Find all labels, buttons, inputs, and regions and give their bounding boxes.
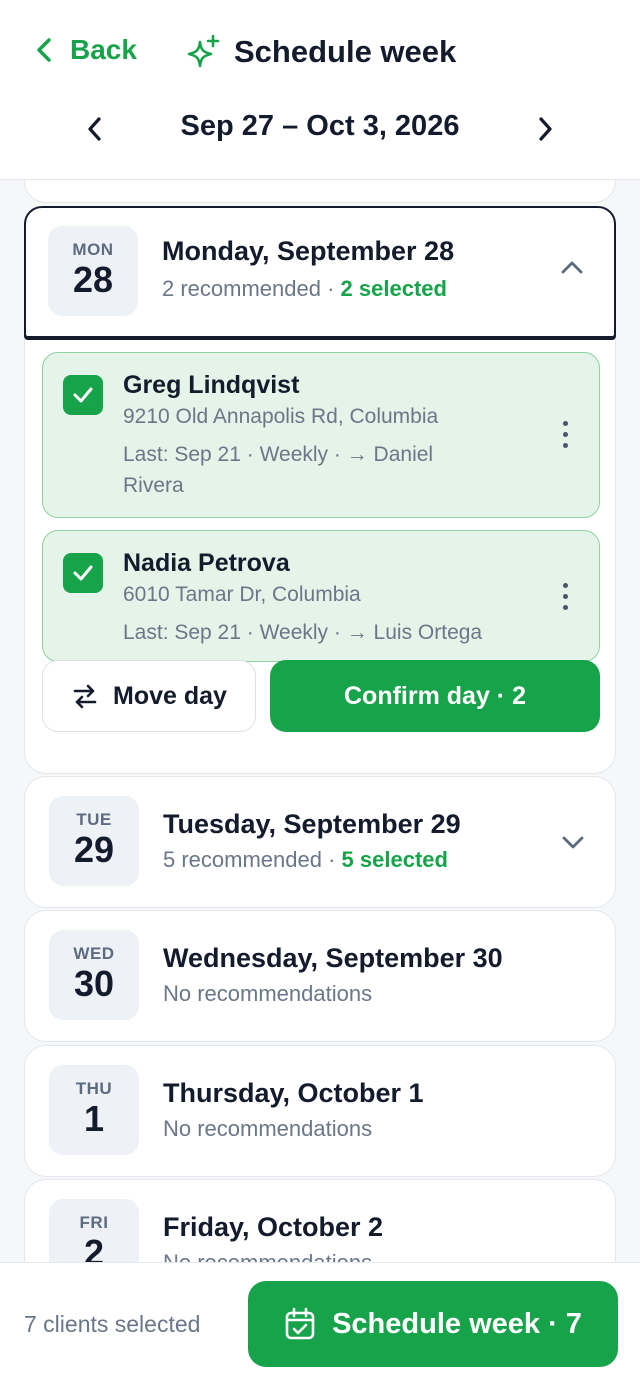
separator: · [320, 276, 341, 301]
date-badge: TUE 29 [49, 796, 139, 886]
page-title-group: Schedule week [186, 34, 456, 70]
move-day-button[interactable]: Move day [42, 660, 256, 732]
selected-count: 5 selected [341, 847, 448, 872]
top-bar: Back Schedule week Sep 27 – Oct 3, 2026 [0, 0, 640, 180]
day-card-body-monday: Greg Lindqvist 9210 Old Annapolis Rd, Co… [24, 330, 616, 774]
recommended-count: 2 recommended [162, 276, 321, 301]
selected-clients-count: 7 clients selected [24, 1311, 201, 1337]
day-of-week: WED [73, 944, 115, 963]
more-options-icon[interactable] [561, 583, 569, 613]
move-day-label: Move day [113, 681, 227, 710]
day-of-week: THU [75, 1079, 113, 1098]
client-address: 9210 Old Annapolis Rd, Columbia [123, 405, 439, 428]
day-card-monday[interactable]: MON 28 Monday, September 28 2 recommende… [24, 206, 616, 338]
checkmark-icon [73, 387, 93, 403]
client-card-greg[interactable]: Greg Lindqvist 9210 Old Annapolis Rd, Co… [42, 352, 600, 518]
day-title: Wednesday, September 30 [163, 943, 503, 973]
day-card-friday[interactable]: FRI 2 Friday, October 2 No recommendatio… [24, 1179, 616, 1262]
selected-count: 2 selected [340, 276, 447, 301]
day-header: MON 28 Monday, September 28 2 recommende… [26, 208, 614, 338]
day-card-tuesday[interactable]: TUE 29 Tuesday, September 29 5 recommend… [24, 776, 616, 908]
back-button[interactable]: Back [34, 34, 137, 66]
chevron-left-icon [37, 38, 51, 62]
chevron-down-icon[interactable] [561, 833, 585, 851]
date-badge: MON 28 [48, 226, 138, 316]
day-of-week: MON [72, 240, 114, 259]
schedule-week-button[interactable]: Schedule week · 7 [248, 1281, 618, 1367]
day-summary: 5 recommended · 5 selected [163, 847, 448, 873]
day-title: Friday, October 2 [163, 1212, 384, 1242]
client-name: Nadia Petrova [123, 549, 290, 577]
day-number: 28 [72, 259, 114, 300]
day-number: 2 [83, 1232, 105, 1263]
separator: · [321, 847, 342, 872]
day-number: 1 [83, 1098, 105, 1139]
day-title: Tuesday, September 29 [163, 809, 461, 839]
client-last-visit: Last: Sep 21 · Weekly · → Luis Ortega [123, 621, 483, 644]
recommended-count: 5 recommended [163, 847, 322, 872]
back-label: Back [70, 34, 137, 65]
date-badge: THU 1 [49, 1065, 139, 1155]
page-title: Schedule week [234, 34, 457, 69]
client-card-nadia[interactable]: Nadia Petrova 6010 Tamar Dr, Columbia La… [42, 530, 600, 662]
day-card-wednesday[interactable]: WED 30 Wednesday, September 30 No recomm… [24, 910, 616, 1042]
day-of-week: FRI [79, 1213, 109, 1232]
client-last-visit: Last: Sep 21 · Weekly · → Daniel Rivera [123, 443, 434, 497]
day-summary: No recommendations [163, 981, 373, 1006]
next-week-button[interactable] [532, 114, 558, 144]
client-checkbox[interactable] [63, 553, 103, 593]
client-address: 6010 Tamar Dr, Columbia [123, 583, 361, 606]
day-summary: No recommendations [163, 1116, 373, 1141]
swap-arrows-icon [73, 684, 97, 709]
day-number: 29 [73, 829, 115, 870]
previous-day-card[interactable] [24, 180, 616, 203]
checkmark-icon [73, 565, 93, 581]
day-number: 30 [73, 963, 115, 1004]
day-title: Monday, September 28 [162, 236, 455, 266]
sparkle-icon [187, 34, 220, 68]
day-card-thursday[interactable]: THU 1 Thursday, October 1 No recommendat… [24, 1045, 616, 1177]
bottom-bar: 7 clients selected Schedule week · 7 [0, 1262, 640, 1385]
day-of-week: TUE [76, 810, 112, 829]
day-summary: No recommendations [163, 1250, 372, 1262]
date-badge: WED 30 [49, 930, 139, 1020]
more-options-icon[interactable] [561, 421, 569, 451]
day-header: FRI 2 Friday, October 2 No recommendatio… [25, 1180, 615, 1262]
day-header: WED 30 Wednesday, September 30 No recomm… [25, 911, 615, 1041]
day-summary: 2 recommended · 2 selected [162, 276, 447, 302]
confirm-day-button[interactable]: Confirm day · 2 [270, 660, 600, 732]
day-header: TUE 29 Tuesday, September 29 5 recommend… [25, 777, 615, 907]
day-header: THU 1 Thursday, October 1 No recommendat… [25, 1046, 615, 1176]
client-name: Greg Lindqvist [123, 371, 300, 399]
chevron-up-icon[interactable] [560, 258, 584, 276]
calendar-check-icon [285, 1307, 315, 1340]
schedule-week-label: Schedule week · 7 [332, 1307, 582, 1340]
week-navigator: Sep 27 – Oct 3, 2026 [0, 108, 640, 152]
day-title: Thursday, October 1 [163, 1078, 424, 1108]
client-checkbox[interactable] [63, 375, 103, 415]
date-badge: FRI 2 [49, 1199, 139, 1262]
day-list[interactable]: Greg Lindqvist 9210 Old Annapolis Rd, Co… [0, 180, 640, 1262]
